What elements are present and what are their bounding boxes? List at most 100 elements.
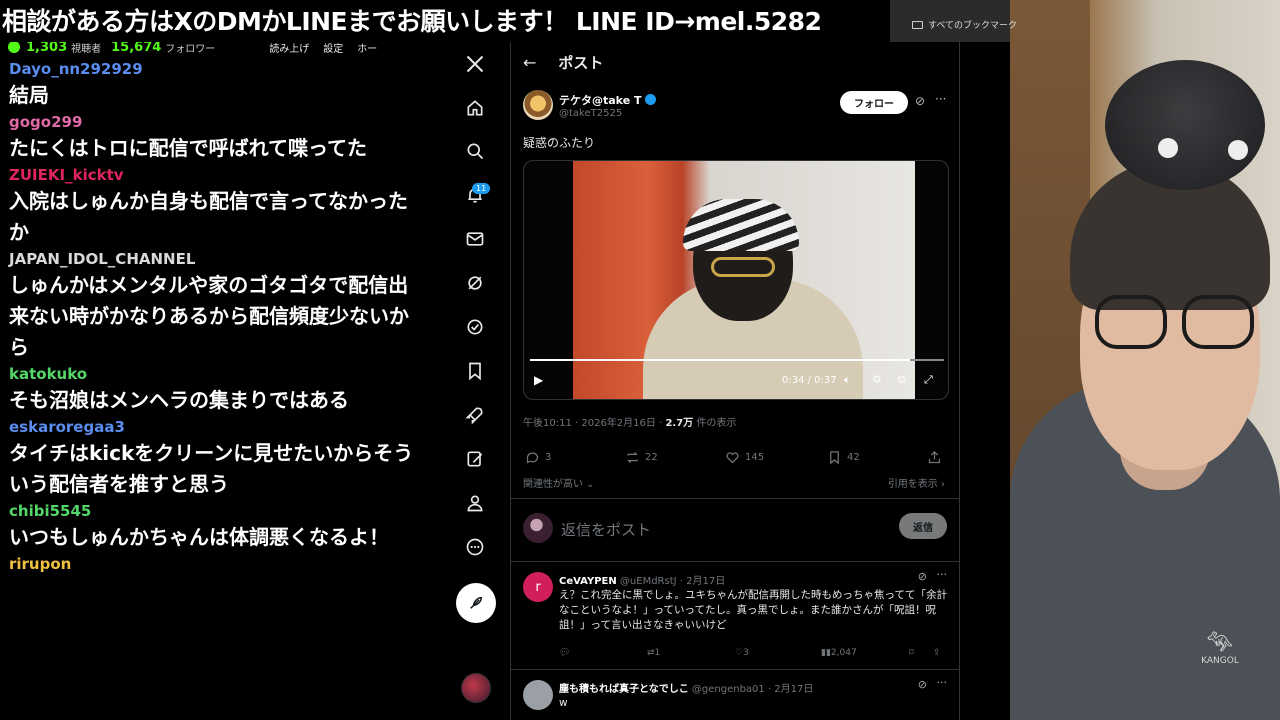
chat-text: たにくはトロに配信で呼ばれて喋ってた [9,136,367,160]
page-title: ポスト [558,53,604,72]
bookmarks-label: すべてのブックマーク [928,21,1018,31]
mail-icon[interactable] [461,225,489,253]
chat-username[interactable]: rirupon [9,553,430,575]
author-handle[interactable]: @takeT2525 [559,108,622,119]
author-name-link[interactable]: テケタ@take T [559,92,656,108]
reply-header: CeVAYPEN @uEMdRstJ · 2月17日 [559,572,725,587]
play-icon[interactable]: ▶ [534,373,543,387]
more-options-icon[interactable]: ··· [935,92,946,106]
reply-repost-count: 1 [654,648,661,658]
reply-item[interactable]: 塵も積もれば真子となでしこ @gengenba01 · 2月17日 ⊘ ··· … [511,670,959,720]
reply-handle-date: @uEMdRstJ · 2月17日 [619,576,726,587]
chat-username[interactable]: chibi5545 [9,500,430,522]
account-avatar[interactable] [461,673,491,703]
reply-action[interactable]: 3 [525,450,551,465]
chat-message: JAPAN_IDOL_CHANNEL しゅんかはメンタルや家のゴタゴタで配信出来な… [0,248,430,363]
reply-avatar[interactable]: r [523,572,553,602]
video-progress-bar[interactable] [530,359,944,361]
more-options-icon[interactable]: ··· [937,676,948,689]
video-time: 0:34 / 0:37 [782,375,837,386]
reply-input[interactable]: 返信をポスト [561,519,651,540]
chat-text: いつもしゅんかちゃんは体調悪くなるよ！ [9,525,389,549]
chat-text: そも沼娘はメンヘラの集まりではある [9,388,349,412]
settings-gear-icon[interactable]: ⚙︎ [872,373,882,386]
author-name: テケタ@take T [559,94,642,107]
reply-icon[interactable]: 💬︎ [559,648,570,658]
like-action[interactable]: 145 [725,450,764,465]
feather-icon [470,596,483,609]
repost-action[interactable]: 22 [625,450,658,465]
chat-username[interactable]: eskaroregaa3 [9,416,430,438]
grok-icon[interactable]: ⊘ [918,570,927,583]
grok-icon[interactable] [461,269,489,297]
chat-message: rirupon [0,553,430,575]
folder-icon [912,21,923,29]
chat-username[interactable]: gogo299 [9,111,430,133]
share-icon[interactable]: ⇪ [933,648,941,658]
sort-relevance-dropdown[interactable]: 関連性が高い ⌄ [523,475,595,490]
repost-icon[interactable]: ⇄ 1 [647,648,660,658]
glasses-left-lens [1095,295,1167,349]
hoodie-logo-text: KANGOL [1201,656,1239,666]
composer-avatar [523,513,553,543]
video-player[interactable]: ▶ 0:34 / 0:37 🔈︎ ⚙︎ ⧉ ⤢ [523,160,949,400]
chat-text: しゅんかはメンタルや家のゴタゴタで配信出来ない時がかなりあるから配信頻度少ないか… [9,273,409,359]
reply-author-name[interactable]: 塵も積もれば真子となでしこ [559,684,689,695]
reply-like-count: 3 [743,648,749,658]
viewers-icon [8,41,20,53]
chat-message: eskaroregaa3 タイチはkickをクリーンに見せたいからそういう配信者を… [0,416,430,500]
x-logo-icon[interactable] [461,50,489,78]
chat-message: chibi5545 いつもしゅんかちゃんは体調悪くなるよ！ [0,500,430,553]
edit-icon[interactable] [461,445,489,473]
grok-icon[interactable]: ⊘ [918,678,927,691]
profile-icon[interactable] [461,489,489,517]
more-icon[interactable] [461,533,489,561]
search-icon[interactable] [461,137,489,165]
striped-hat [683,199,799,251]
compose-button[interactable] [456,583,496,623]
post-actions: 3 22 145 42 [523,450,949,468]
back-arrow-icon[interactable]: ← [523,53,536,72]
follow-button[interactable]: フォロー [840,91,908,114]
reply-actions: 💬︎ ⇄ 1 ♡ 3 ▮▮ 2,047 ⌑ ⇪ [559,648,949,662]
fullscreen-icon[interactable]: ⤢ [924,373,933,387]
chat-username[interactable]: Dayo_nn292929 [9,58,430,80]
chat-message: gogo299 たにくはトロに配信で呼ばれて喋ってた [0,111,430,164]
bookmark-icon[interactable]: ⌑ [909,648,914,658]
post-views: 2.7万 [665,418,694,429]
share-action[interactable] [927,450,942,465]
bookmark-icon[interactable] [461,357,489,385]
picture-in-picture-icon[interactable]: ⧉ [898,373,906,387]
reply-submit-button[interactable]: 返信 [899,513,947,539]
grok-icon[interactable]: ⊘ [915,94,925,108]
views-icon[interactable]: ▮▮ 2,047 [821,648,857,658]
verified-icon[interactable] [461,313,489,341]
chat-message: ZUIEKI_kicktv 入院はしゅんか自身も配信で言ってなかったか [0,164,430,248]
chat-username[interactable]: katokuko [9,363,430,385]
home-icon[interactable] [461,94,489,122]
plush-eye [1228,140,1248,160]
author-avatar[interactable] [523,90,553,120]
reply-icon [526,452,539,464]
volume-icon[interactable]: 🔈︎ [844,373,851,387]
post-header: ← ポスト [511,42,959,82]
bookmarks-folder[interactable]: すべてのブックマーク [912,18,1017,31]
video-progress-fill [530,359,911,361]
reply-item[interactable]: r CeVAYPEN @uEMdRstJ · 2月17日 ⊘ ··· え？これ完… [511,562,959,670]
bookmark-count: 42 [847,452,860,463]
chat-message: Dayo_nn292929 結局 [0,58,430,111]
rocket-icon[interactable] [461,401,489,429]
kangaroo-logo-icon: 🦘︎ [1206,630,1234,655]
chat-username[interactable]: ZUIEKI_kicktv [9,164,430,186]
heart-icon[interactable]: ♡ 3 [735,648,749,658]
reply-avatar[interactable] [523,680,553,710]
plush-eye [1158,138,1178,158]
reply-author-name[interactable]: CeVAYPEN [559,576,617,587]
chat-message-list: Dayo_nn292929 結局 gogo299 たにくはトロに配信で呼ばれて喋ってた… [0,58,430,575]
view-quotes-link[interactable]: 引用を表示 › [888,475,945,490]
chat-username[interactable]: JAPAN_IDOL_CHANNEL [9,248,430,270]
notification-badge: 11 [472,183,491,194]
more-options-icon[interactable]: ··· [937,568,948,581]
post-timestamp: 午後10:11 · 2026年2月16日 · [523,418,666,429]
bookmark-action[interactable]: 42 [827,450,860,465]
